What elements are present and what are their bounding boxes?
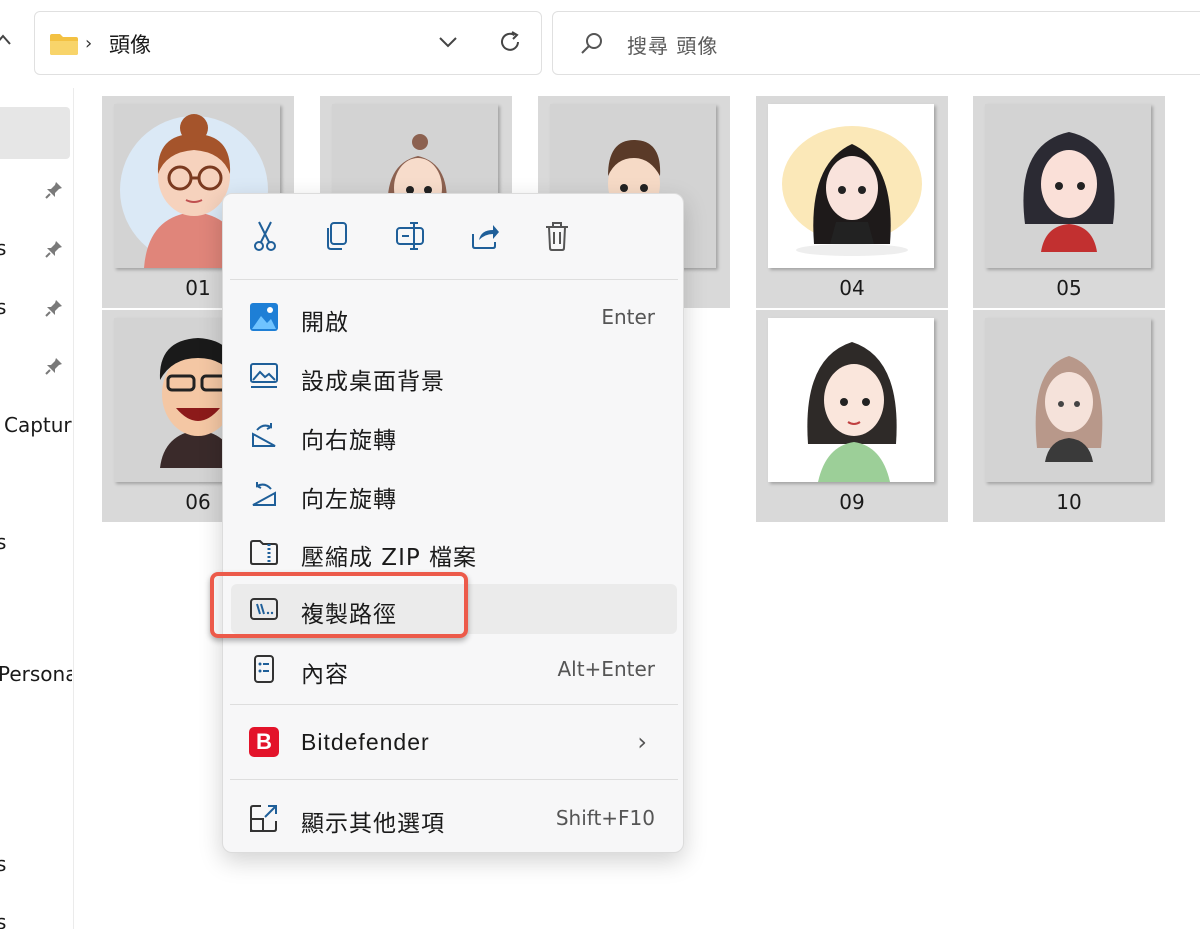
file-thumbnail[interactable]: 05 bbox=[973, 96, 1165, 308]
menu-item-label: 顯示其他選項 bbox=[301, 811, 445, 837]
menu-item-show-more-options[interactable]: 顯示其他選項 Shift+F10 bbox=[231, 793, 677, 843]
up-arrow-icon[interactable] bbox=[0, 30, 12, 54]
menu-divider bbox=[230, 704, 678, 705]
file-thumbnail[interactable]: 09 bbox=[756, 310, 948, 522]
photos-app-icon bbox=[249, 302, 279, 332]
menu-item-shortcut: Shift+F10 bbox=[555, 806, 655, 830]
copy-path-icon bbox=[249, 594, 279, 624]
avatar-image bbox=[768, 318, 934, 482]
share-icon[interactable] bbox=[467, 218, 503, 254]
chevron-down-icon[interactable] bbox=[438, 34, 458, 53]
refresh-icon[interactable] bbox=[497, 29, 523, 59]
pin-icon bbox=[44, 298, 64, 318]
breadcrumb-separator: › bbox=[85, 33, 93, 54]
pin-icon bbox=[44, 239, 64, 259]
menu-item-label: 複製路徑 bbox=[301, 602, 397, 628]
nav-item-label[interactable]: Captur bbox=[4, 413, 72, 437]
nav-item-label[interactable]: s bbox=[0, 236, 16, 260]
nav-item-label[interactable]: s bbox=[0, 530, 16, 554]
pin-icon bbox=[44, 180, 64, 200]
set-wallpaper-icon bbox=[249, 361, 279, 391]
nav-item-label[interactable]: s bbox=[0, 295, 16, 319]
file-name-label: 04 bbox=[839, 276, 865, 300]
trash-icon[interactable] bbox=[539, 218, 575, 254]
zip-folder-icon bbox=[249, 537, 279, 567]
nav-item-label[interactable]: s bbox=[0, 910, 16, 929]
address-toolbar: › 頭像 搜尋 頭像 bbox=[0, 0, 1200, 88]
menu-divider bbox=[230, 279, 678, 280]
menu-item-bitdefender[interactable]: B Bitdefender › bbox=[231, 718, 677, 768]
search-icon bbox=[579, 31, 605, 61]
file-thumbnail[interactable]: 10 bbox=[973, 310, 1165, 522]
folder-icon bbox=[49, 32, 79, 60]
breadcrumb-current-folder[interactable]: 頭像 bbox=[109, 29, 151, 59]
file-name-label: 10 bbox=[1056, 490, 1082, 514]
properties-icon bbox=[249, 654, 279, 684]
pin-icon bbox=[44, 356, 64, 376]
menu-item-copy-path[interactable]: 複製路徑 bbox=[231, 584, 677, 634]
file-name-label: 05 bbox=[1056, 276, 1082, 300]
rotate-left-icon bbox=[249, 479, 279, 509]
rotate-right-icon bbox=[249, 420, 279, 450]
nav-item-label[interactable]: s bbox=[0, 852, 16, 876]
menu-item-label: 壓縮成 ZIP 檔案 bbox=[301, 545, 478, 571]
search-input[interactable]: 搜尋 頭像 bbox=[552, 11, 1200, 75]
avatar-image bbox=[985, 318, 1151, 482]
nav-item-label[interactable]: Persona bbox=[0, 662, 72, 686]
address-bar[interactable]: › 頭像 bbox=[34, 11, 542, 75]
file-thumbnail[interactable]: 04 bbox=[756, 96, 948, 308]
menu-item-open[interactable]: 開啟 Enter bbox=[231, 292, 677, 342]
menu-item-label: Bitdefender bbox=[301, 729, 430, 755]
menu-item-compress-zip[interactable]: 壓縮成 ZIP 檔案 bbox=[231, 527, 677, 577]
menu-item-properties[interactable]: 內容 Alt+Enter bbox=[231, 644, 677, 694]
avatar-image bbox=[768, 104, 934, 268]
more-options-icon bbox=[249, 803, 279, 833]
scissors-icon[interactable] bbox=[247, 218, 283, 254]
menu-item-label: 設成桌面背景 bbox=[301, 369, 445, 395]
menu-item-label: 開啟 bbox=[301, 310, 349, 336]
menu-item-rotate-left[interactable]: 向左旋轉 bbox=[231, 469, 677, 519]
nav-item-selected[interactable] bbox=[0, 107, 70, 159]
menu-item-shortcut: Enter bbox=[601, 305, 655, 329]
context-menu: 開啟 Enter 設成桌面背景 向右旋轉 向左旋轉 壓縮成 ZIP 檔案 複製路… bbox=[222, 193, 684, 853]
menu-item-label: 向左旋轉 bbox=[301, 487, 397, 513]
menu-item-shortcut: Alt+Enter bbox=[557, 657, 655, 681]
file-name-label: 09 bbox=[839, 490, 865, 514]
menu-divider bbox=[230, 779, 678, 780]
rename-icon[interactable] bbox=[393, 218, 429, 254]
menu-item-label: 內容 bbox=[301, 662, 349, 688]
menu-item-rotate-right[interactable]: 向右旋轉 bbox=[231, 410, 677, 460]
navigation-pane: s s Captur s Persona s s bbox=[0, 88, 74, 929]
menu-item-label: 向右旋轉 bbox=[301, 428, 397, 454]
menu-item-set-wallpaper[interactable]: 設成桌面背景 bbox=[231, 351, 677, 401]
chevron-right-icon: › bbox=[637, 728, 647, 756]
avatar-image bbox=[985, 104, 1151, 268]
copy-icon[interactable] bbox=[319, 218, 355, 254]
search-placeholder: 搜尋 頭像 bbox=[627, 34, 719, 58]
bitdefender-icon: B bbox=[249, 727, 279, 757]
